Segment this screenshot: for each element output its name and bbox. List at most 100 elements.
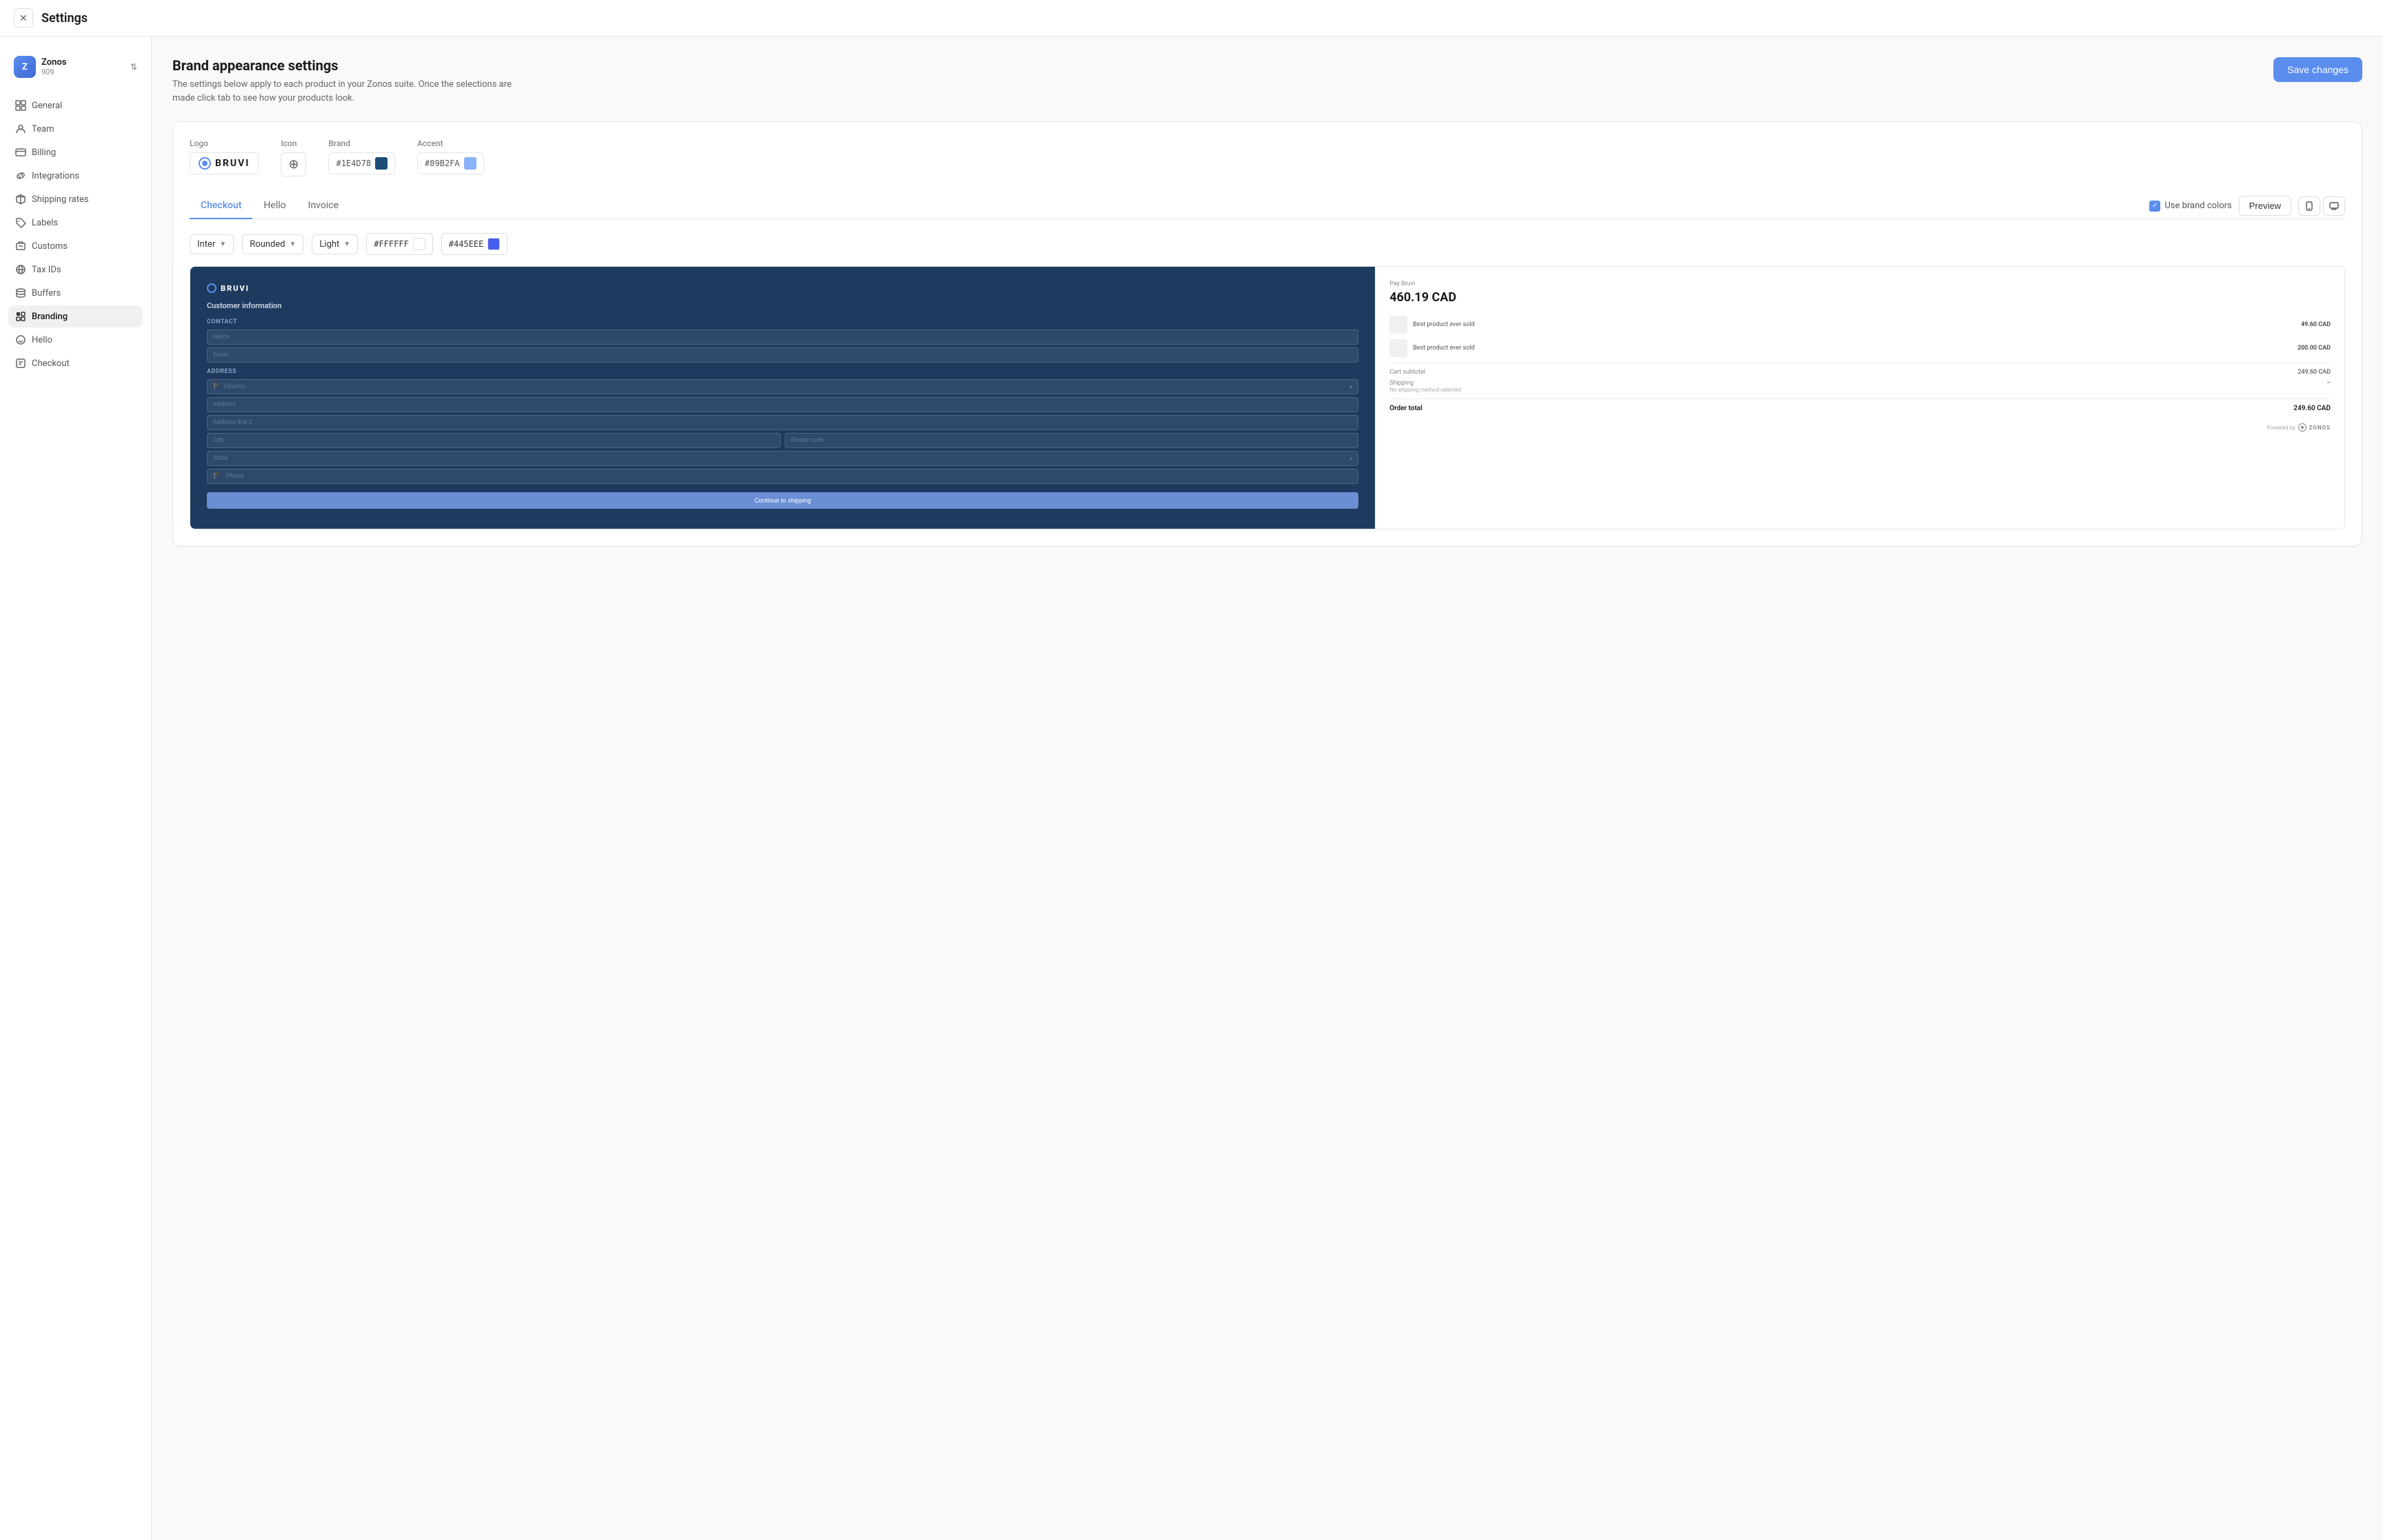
cart-subtotal-row: Cart subtotal 249.60 CAD bbox=[1389, 369, 2331, 376]
sidebar-item-checkout[interactable]: Checkout bbox=[8, 352, 143, 374]
page-header: Brand appearance settings The settings b… bbox=[172, 57, 2362, 105]
product-thumbnail-2 bbox=[1389, 339, 1407, 357]
checkout-preview: BRUVI Customer information Contact Name … bbox=[190, 267, 2344, 529]
sidebar-item-team[interactable]: Team bbox=[8, 118, 143, 140]
mobile-icon[interactable] bbox=[2298, 196, 2320, 216]
sidebar-item-hello[interactable]: Hello bbox=[8, 329, 143, 351]
preview-button[interactable]: Preview bbox=[2239, 196, 2291, 216]
order-item-1: Best product ever sold 49.60 CAD bbox=[1389, 316, 2331, 334]
address-line2-input[interactable]: Address line 2 bbox=[207, 415, 1358, 430]
bg-color-picker[interactable]: #FFFFFF bbox=[366, 233, 433, 255]
city-input[interactable]: City bbox=[207, 433, 781, 448]
brand-color-box bbox=[375, 157, 388, 170]
theme-select[interactable]: Light ▼ bbox=[312, 234, 358, 254]
checkout-form-title: Customer information bbox=[207, 301, 1358, 310]
sidebar-item-label: Labels bbox=[32, 218, 58, 228]
bg-color-hex: #FFFFFF bbox=[374, 239, 409, 249]
account-section[interactable]: Z Zonos 909 ⇅ bbox=[8, 50, 143, 83]
shipping-label: Shipping bbox=[1389, 380, 1461, 387]
name-input[interactable]: Name bbox=[207, 330, 1358, 345]
sidebar-item-label: General bbox=[32, 101, 62, 111]
phone-flag-icon: 🏴 bbox=[213, 473, 221, 480]
brand-card: Logo BRUVI Icon ⊕ Brand #1E4D78 bbox=[172, 121, 2362, 547]
order-summary-panel: Pay Bruvi 460.19 CAD Best product ever s… bbox=[1375, 267, 2344, 529]
address-section-label: Address bbox=[207, 368, 1358, 375]
avatar: Z bbox=[14, 56, 36, 78]
sidebar-item-billing[interactable]: Billing bbox=[8, 141, 143, 163]
app-window: ✕ Settings Z Zonos 909 ⇅ General bbox=[0, 0, 2383, 1540]
tag-icon bbox=[15, 217, 26, 228]
powered-by-section: Powered by ZONOS bbox=[1389, 423, 2331, 432]
account-name: Zonos bbox=[41, 57, 130, 68]
globe-icon bbox=[15, 264, 26, 275]
grid-icon bbox=[15, 100, 26, 111]
icon-field-group: Icon ⊕ bbox=[281, 139, 306, 176]
logo-display[interactable]: BRUVI bbox=[190, 152, 259, 174]
state-label: State bbox=[213, 455, 1349, 462]
postal-input[interactable]: Postal code bbox=[785, 433, 1358, 448]
logo-circle-icon bbox=[199, 157, 211, 170]
link-icon bbox=[15, 170, 26, 181]
product-price-2: 200.00 CAD bbox=[2297, 345, 2331, 352]
tab-invoice[interactable]: Invoice bbox=[297, 193, 350, 219]
accent-color-swatch[interactable]: #89B2FA bbox=[417, 152, 484, 174]
order-total-label: Order total bbox=[1389, 405, 1422, 412]
tab-checkout[interactable]: Checkout bbox=[190, 193, 252, 219]
sidebar-item-label: Customs bbox=[32, 241, 68, 252]
sidebar-item-general[interactable]: General bbox=[8, 94, 143, 116]
sidebar-item-label: Branding bbox=[32, 312, 68, 322]
order-amount: 460.19 CAD bbox=[1389, 290, 2331, 305]
shipping-value: – bbox=[2326, 380, 2331, 393]
logo-text: BRUVI bbox=[215, 158, 250, 169]
sidebar-nav: General Team Billing bbox=[8, 94, 143, 374]
total-divider bbox=[1389, 398, 2331, 399]
country-label: Country bbox=[221, 383, 1349, 390]
desktop-icon[interactable] bbox=[2323, 196, 2345, 216]
phone-input[interactable]: 🏴 Phone bbox=[207, 469, 1358, 484]
sidebar-item-label: Team bbox=[32, 124, 54, 134]
flag-icon: 🏴 bbox=[213, 383, 221, 390]
sidebar-item-label: Checkout bbox=[32, 358, 70, 369]
order-pay-label: Pay Bruvi bbox=[1389, 281, 2331, 287]
product-name-2: Best product ever sold bbox=[1407, 345, 2297, 352]
accent-color-picker[interactable]: #445EEE bbox=[441, 233, 508, 255]
tabs: Checkout Hello Invoice bbox=[190, 193, 350, 219]
page-subtitle: The settings below apply to each product… bbox=[172, 78, 531, 105]
logo-label: Logo bbox=[190, 139, 259, 148]
email-input[interactable]: Email bbox=[207, 347, 1358, 363]
save-changes-button[interactable]: Save changes bbox=[2273, 57, 2362, 82]
font-chevron-icon: ▼ bbox=[219, 241, 226, 248]
main-content: Brand appearance settings The settings b… bbox=[152, 37, 2383, 1540]
brand-icon bbox=[15, 311, 26, 322]
sidebar-item-branding[interactable]: Branding bbox=[8, 305, 143, 327]
page-title: Brand appearance settings bbox=[172, 57, 531, 74]
address-input[interactable]: Address bbox=[207, 397, 1358, 412]
zonos-label: ZONOS bbox=[2309, 425, 2331, 431]
continue-shipping-button[interactable]: Continue to shipping bbox=[207, 492, 1358, 509]
shape-select[interactable]: Rounded ▼ bbox=[242, 234, 303, 254]
contact-section-label: Contact bbox=[207, 318, 1358, 325]
shape-value: Rounded bbox=[250, 239, 285, 250]
sidebar-item-integrations[interactable]: Integrations bbox=[8, 165, 143, 187]
sidebar-item-customs[interactable]: Customs bbox=[8, 235, 143, 257]
brand-color-swatch[interactable]: #1E4D78 bbox=[328, 152, 395, 174]
sidebar-item-tax-ids[interactable]: Tax IDs bbox=[8, 259, 143, 281]
brand-colors-checkbox[interactable]: ✓ bbox=[2149, 201, 2160, 212]
close-button[interactable]: ✕ bbox=[14, 8, 33, 28]
sidebar-item-buffers[interactable]: Buffers bbox=[8, 282, 143, 304]
use-brand-colors-toggle[interactable]: ✓ Use brand colors bbox=[2149, 201, 2231, 212]
checkout-logo-text: BRUVI bbox=[221, 284, 250, 293]
state-select[interactable]: State ▾ bbox=[207, 451, 1358, 466]
sidebar-item-labels[interactable]: Labels bbox=[8, 212, 143, 234]
sidebar: Z Zonos 909 ⇅ General bbox=[0, 37, 152, 1540]
country-select[interactable]: 🏴 Country ▾ bbox=[207, 379, 1358, 394]
font-value: Inter bbox=[197, 239, 215, 250]
icon-display[interactable]: ⊕ bbox=[281, 152, 306, 176]
sidebar-item-shipping-rates[interactable]: Shipping rates bbox=[8, 188, 143, 210]
user-icon bbox=[15, 123, 26, 134]
order-item-2: Best product ever sold 200.00 CAD bbox=[1389, 339, 2331, 357]
accent-color-hex: #445EEE bbox=[449, 239, 484, 249]
tab-hello[interactable]: Hello bbox=[252, 193, 296, 219]
font-select[interactable]: Inter ▼ bbox=[190, 234, 234, 254]
product-name-1: Best product ever sold bbox=[1407, 321, 2301, 328]
